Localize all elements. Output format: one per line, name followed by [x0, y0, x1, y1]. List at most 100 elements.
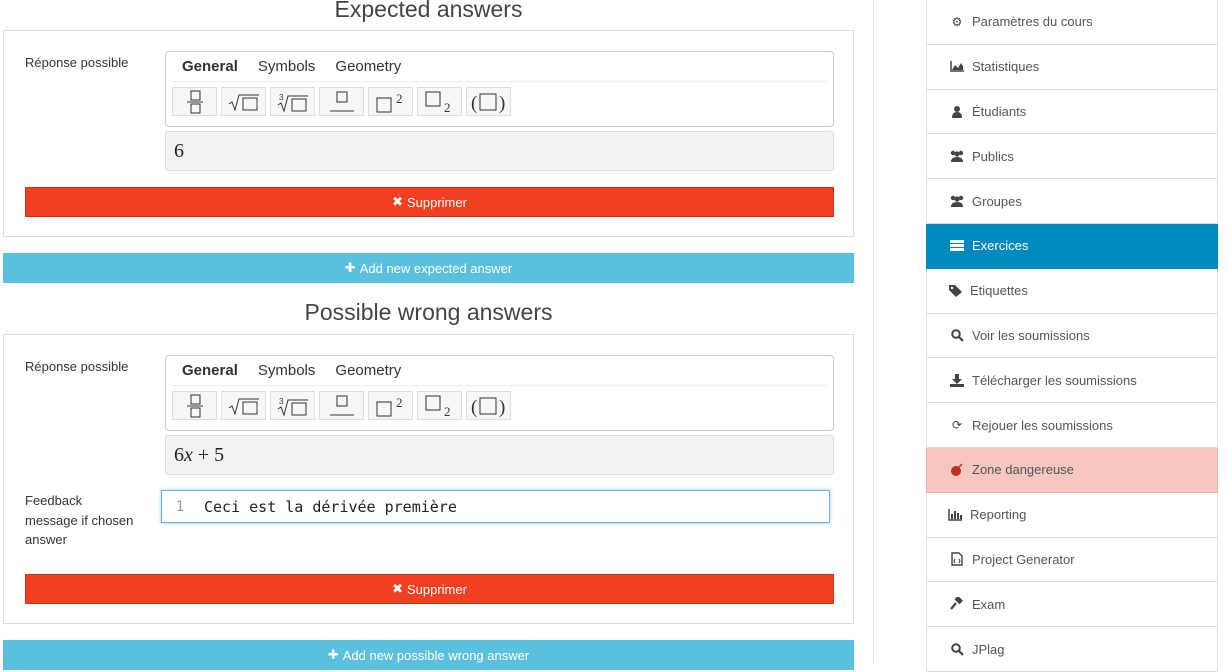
wrong-answer-var: x — [184, 444, 193, 466]
overline-key-icon[interactable] — [319, 391, 364, 420]
sidebar-item-exercices[interactable]: Exercices — [926, 223, 1218, 269]
area-chart-icon — [949, 60, 965, 74]
sidebar-item-label: Exam — [972, 596, 1006, 612]
gavel-icon — [949, 597, 965, 611]
svg-text:): ) — [499, 397, 505, 418]
tags-icon — [947, 284, 963, 298]
wrong-answers-title: Possible wrong answers — [304, 299, 553, 325]
sidebar-item-label: Project Generator — [972, 551, 1075, 567]
tab-geometry[interactable]: Geometry — [325, 362, 411, 379]
tab-general[interactable]: General — [172, 362, 248, 379]
refresh-icon: ⟳ — [951, 418, 963, 433]
add-wrong-label: Add new possible wrong answer — [342, 647, 530, 663]
search-icon — [949, 642, 965, 656]
expected-answers-title: Expected answers — [334, 0, 523, 22]
bar-chart-icon — [947, 508, 963, 522]
tab-geometry[interactable]: Geometry — [325, 58, 411, 75]
delete-expected-button[interactable]: ✖ Supprimer — [25, 187, 834, 217]
feedback-editor[interactable]: 1 Ceci est la dérivée première — [161, 490, 830, 523]
subscript-key-icon[interactable]: 2 — [417, 391, 462, 420]
power-key-icon[interactable]: 2 — [368, 391, 413, 420]
users-icon — [949, 149, 965, 163]
users-icon — [949, 194, 965, 208]
sidebar-item-parametres[interactable]: ⚙ Paramètres du cours — [926, 0, 1218, 45]
tasks-icon — [949, 239, 965, 253]
feedback-text: Ceci est la dérivée première — [204, 497, 457, 516]
sqrt-key-icon[interactable] — [221, 87, 266, 116]
power-key-icon[interactable]: 2 — [368, 87, 413, 116]
svg-text:2: 2 — [444, 404, 451, 418]
add-expected-label: Add new expected answer — [359, 260, 513, 276]
sidebar-item-label: Zone dangereuse — [972, 462, 1074, 478]
wrong-answer-coeff: 6 — [174, 444, 184, 466]
svg-text:2: 2 — [444, 100, 451, 114]
bomb-icon — [949, 463, 965, 477]
column-divider — [873, 0, 874, 663]
sidebar-item-label: Reporting — [970, 507, 1027, 523]
svg-text:3: 3 — [279, 93, 284, 102]
svg-text:2: 2 — [396, 91, 403, 106]
plus-icon: ✚ — [327, 647, 339, 662]
sidebar-item-label: Publics — [972, 148, 1014, 164]
sidebar-item-exam[interactable]: Exam — [926, 582, 1218, 628]
subscript-key-icon[interactable]: 2 — [417, 87, 462, 116]
wrong-answer-panel: Réponse possible General Symbols Geometr… — [3, 334, 854, 624]
file-code-icon — [949, 552, 965, 567]
sidebar-item-label: Étudiants — [972, 103, 1027, 119]
nth-root-key-icon[interactable]: 3 — [270, 391, 315, 420]
svg-text:(: ( — [471, 397, 477, 418]
sidebar-item-zone-dangereuse[interactable]: Zone dangereuse — [926, 447, 1218, 493]
svg-text:3: 3 — [279, 397, 284, 406]
math-tabs: General Symbols Geometry — [172, 52, 827, 82]
sidebar-item-label: Télécharger les soumissions — [972, 372, 1137, 388]
sidebar-item-etiquettes[interactable]: Etiquettes — [926, 268, 1218, 314]
sidebar-item-reporting[interactable]: Reporting — [926, 492, 1218, 538]
sidebar-item-project-generator[interactable]: Project Generator — [926, 537, 1218, 583]
svg-text:(: ( — [471, 93, 477, 114]
overline-key-icon[interactable] — [319, 87, 364, 116]
tab-symbols[interactable]: Symbols — [248, 362, 326, 379]
sidebar-item-label: Groupes — [972, 193, 1022, 209]
sidebar-item-statistiques[interactable]: Statistiques — [926, 44, 1218, 90]
add-expected-answer-button[interactable]: ✚ Add new expected answer — [3, 253, 854, 283]
sqrt-key-icon[interactable] — [221, 391, 266, 420]
math-keys: 3 2 2 () — [166, 386, 833, 425]
gear-icon: ⚙ — [951, 14, 963, 29]
math-tabs: General Symbols Geometry — [172, 356, 827, 386]
delete-wrong-button[interactable]: ✖ Supprimer — [25, 574, 834, 604]
parentheses-key-icon[interactable]: () — [466, 391, 511, 420]
plus-icon: ✚ — [344, 260, 356, 275]
fraction-key-icon[interactable] — [172, 391, 217, 420]
wrong-answer-input[interactable]: 6x + 5 — [165, 435, 834, 475]
sidebar-item-voir-soumissions[interactable]: Voir les soumissions — [926, 313, 1218, 359]
nth-root-key-icon[interactable]: 3 — [270, 87, 315, 116]
download-icon — [949, 373, 965, 387]
wrong-answer-rest: + 5 — [192, 444, 225, 466]
close-icon: ✖ — [392, 194, 403, 209]
delete-wrong-label: Supprimer — [406, 581, 467, 597]
course-sidebar: ⚙ Paramètres du cours Statistiques Étudia… — [926, 0, 1218, 672]
sidebar-item-jplag[interactable]: JPlag — [926, 627, 1218, 672]
tab-symbols[interactable]: Symbols — [248, 58, 326, 75]
sidebar-item-label: Statistiques — [972, 59, 1040, 75]
add-wrong-answer-button[interactable]: ✚ Add new possible wrong answer — [3, 640, 854, 670]
user-icon — [949, 104, 965, 118]
expected-answer-panel: Réponse possible General Symbols Geometr… — [3, 30, 854, 237]
sidebar-item-groupes[interactable]: Groupes — [926, 179, 1218, 224]
main-content: Expected answers Réponse possible Genera… — [0, 0, 860, 670]
search-icon — [949, 328, 965, 342]
expected-answer-input[interactable]: 6 — [165, 131, 834, 171]
parentheses-key-icon[interactable]: () — [466, 87, 511, 116]
line-number: 1 — [175, 498, 185, 515]
tab-general[interactable]: General — [172, 58, 248, 75]
math-keys: 3 2 2 () — [166, 82, 833, 121]
math-toolbar: General Symbols Geometry 3 2 2 () — [165, 355, 834, 431]
close-icon: ✖ — [392, 581, 403, 596]
svg-text:): ) — [499, 93, 505, 114]
sidebar-item-rejouer[interactable]: ⟳ Rejouer les soumissions — [926, 403, 1218, 448]
fraction-key-icon[interactable] — [172, 87, 217, 116]
sidebar-item-label: Paramètres du cours — [972, 14, 1093, 30]
sidebar-item-etudiants[interactable]: Étudiants — [926, 89, 1218, 135]
sidebar-item-telecharger[interactable]: Télécharger les soumissions — [926, 358, 1218, 404]
sidebar-item-publics[interactable]: Publics — [926, 134, 1218, 180]
